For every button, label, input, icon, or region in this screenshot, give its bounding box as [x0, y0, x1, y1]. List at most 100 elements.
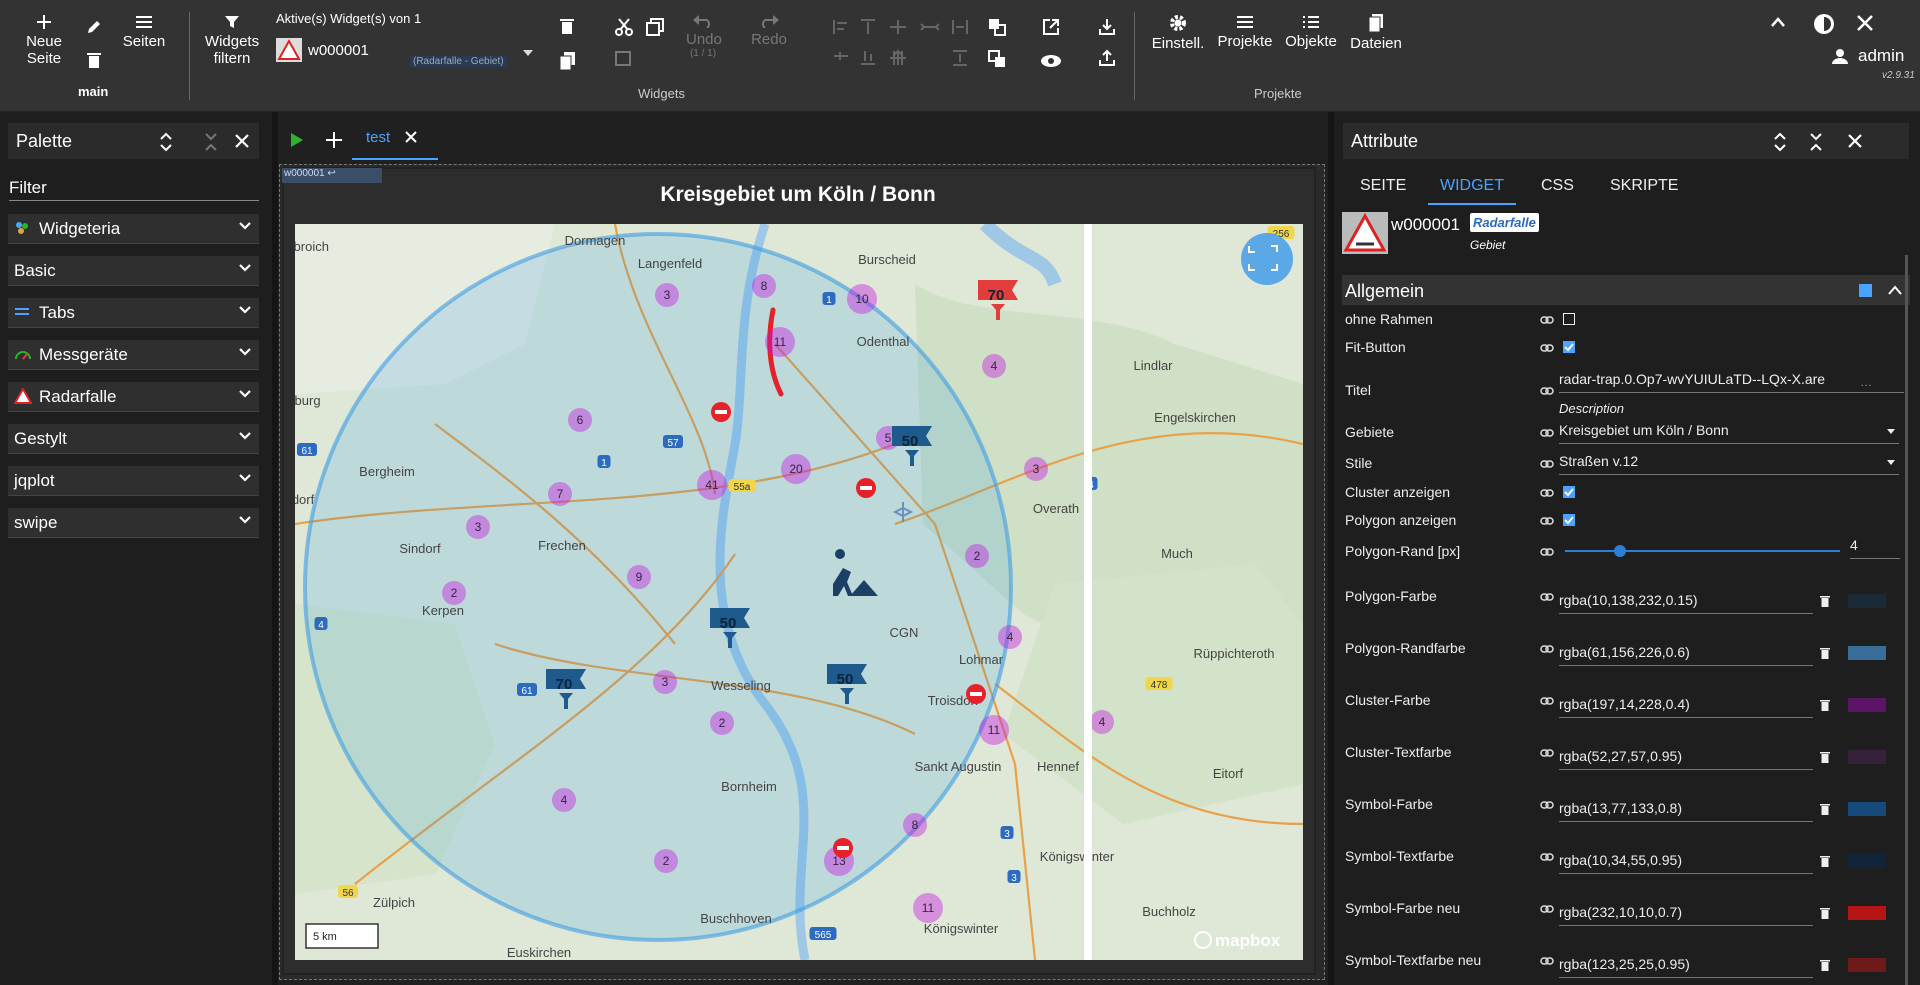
palette-category[interactable]: Radarfalle [8, 382, 259, 412]
attribute-select[interactable]: Kreisgebiet um Köln / Bonn [1559, 422, 1899, 444]
tab-css[interactable]: CSS [1529, 170, 1586, 203]
section-allgemein[interactable]: Allgemein [1342, 275, 1910, 305]
clear-color-button[interactable] [1820, 906, 1830, 922]
tab-skripte[interactable]: SKRIPTE [1598, 170, 1690, 203]
send-back-button[interactable] [988, 50, 1006, 71]
add-view-icon[interactable] [325, 131, 343, 152]
tab-widget[interactable]: WIDGET [1428, 170, 1516, 205]
color-input[interactable]: rgba(61,156,226,0.6) [1559, 640, 1813, 666]
palette-category[interactable]: Tabs [8, 298, 259, 328]
polygon-border-slider[interactable] [1565, 545, 1840, 557]
binding-link[interactable] [1540, 796, 1554, 812]
color-swatch[interactable] [1848, 646, 1886, 660]
clear-color-button[interactable] [1820, 958, 1830, 974]
palette-category[interactable]: swipe [8, 508, 259, 538]
more-icon[interactable]: … [1860, 375, 1872, 389]
slider-thumb[interactable] [1614, 545, 1626, 557]
color-swatch[interactable] [1848, 594, 1886, 608]
edit-page-button[interactable] [84, 18, 104, 39]
play-icon[interactable] [290, 132, 304, 151]
color-swatch[interactable] [1848, 750, 1886, 764]
title-input[interactable]: radar-trap.0.Op7-wvYUIULaTD--LQx-X.are [1559, 371, 1904, 393]
undo-button[interactable]: Undo (1 / 1) [686, 14, 722, 60]
new-page-button[interactable]: Neue Seite [22, 14, 66, 67]
clear-color-button[interactable] [1820, 646, 1830, 662]
color-input[interactable]: rgba(52,27,57,0.95) [1559, 744, 1813, 770]
redo-button[interactable]: Redo [751, 14, 787, 48]
binding-link[interactable] [1540, 588, 1554, 604]
binding-link[interactable] [1540, 382, 1554, 398]
color-input[interactable]: rgba(197,14,228,0.4) [1559, 692, 1813, 718]
binding-link[interactable] [1540, 484, 1554, 500]
binding-link[interactable] [1540, 952, 1554, 968]
attributes-scrollbar[interactable] [1905, 255, 1908, 985]
projects-button[interactable]: Projekte [1216, 14, 1274, 50]
files-button[interactable]: Dateien [1350, 14, 1402, 52]
tab-seite[interactable]: SEITE [1348, 170, 1418, 203]
color-swatch[interactable] [1848, 854, 1886, 868]
clear-color-button[interactable] [1820, 854, 1830, 870]
active-widget-select[interactable]: w000001 (Radarfalle - Gebiet) [276, 38, 534, 67]
binding-link[interactable] [1540, 744, 1554, 760]
close-editor-button[interactable] [1856, 14, 1874, 35]
close-icon[interactable] [1847, 133, 1863, 149]
duplicate-button[interactable] [646, 18, 664, 39]
color-swatch[interactable] [1848, 698, 1886, 712]
color-input[interactable]: rgba(232,10,10,0.7) [1559, 900, 1813, 926]
export-button[interactable] [1098, 49, 1116, 70]
color-swatch[interactable] [1848, 958, 1886, 972]
color-input[interactable]: rgba(10,138,232,0.15) [1559, 588, 1813, 614]
expand-collapse-icon[interactable] [160, 132, 172, 152]
color-input[interactable]: rgba(10,34,55,0.95) [1559, 848, 1813, 874]
preview-button[interactable] [1040, 54, 1062, 71]
close-icon[interactable] [234, 133, 250, 149]
widgets-filter-button[interactable]: Widgets filtern [204, 14, 260, 67]
paste-button[interactable] [615, 50, 631, 69]
open-runtime-button[interactable] [1042, 18, 1060, 39]
objects-button[interactable]: Objekte [1284, 14, 1338, 50]
clear-color-button[interactable] [1820, 750, 1830, 766]
delete-widget-button[interactable] [560, 18, 574, 37]
expand-collapse-icon[interactable] [1774, 132, 1786, 152]
slider-value[interactable]: 4 [1850, 537, 1900, 559]
binding-link[interactable] [1540, 311, 1554, 327]
cut-button[interactable] [615, 18, 633, 39]
attribute-checkbox[interactable] [1563, 341, 1575, 353]
color-input[interactable]: rgba(123,25,25,0.95) [1559, 952, 1813, 978]
chevron-up-icon[interactable] [1888, 285, 1902, 295]
collapse-all-icon[interactable] [1810, 132, 1822, 152]
collapse-toolbar-button[interactable] [1770, 16, 1786, 31]
palette-category[interactable]: Widgeteria [8, 214, 259, 244]
binding-link[interactable] [1540, 424, 1554, 440]
attribute-select[interactable]: Straßen v.12 [1559, 453, 1899, 475]
palette-category[interactable]: Basic [8, 256, 259, 286]
bring-front-button[interactable] [988, 18, 1006, 39]
color-swatch[interactable] [1848, 802, 1886, 816]
copy-widget-button[interactable] [560, 52, 576, 73]
filter-underline[interactable] [9, 200, 259, 201]
binding-link[interactable] [1540, 512, 1554, 528]
attribute-checkbox[interactable] [1563, 313, 1575, 325]
close-icon[interactable] [404, 130, 418, 144]
fit-button[interactable] [1241, 233, 1293, 285]
attribute-checkbox[interactable] [1563, 514, 1575, 526]
section-checkbox[interactable] [1859, 284, 1872, 297]
binding-link[interactable] [1540, 455, 1554, 471]
binding-link[interactable] [1540, 848, 1554, 864]
palette-category[interactable]: jqplot [8, 466, 259, 496]
binding-link[interactable] [1540, 543, 1554, 559]
attribute-checkbox[interactable] [1563, 486, 1575, 498]
clear-color-button[interactable] [1820, 698, 1830, 714]
binding-link[interactable] [1540, 339, 1554, 355]
palette-category[interactable]: Gestylt [8, 424, 259, 454]
color-swatch[interactable] [1848, 906, 1886, 920]
settings-button[interactable]: Einstell. [1150, 14, 1206, 52]
collapse-all-icon[interactable] [205, 132, 217, 152]
delete-page-button[interactable] [84, 52, 104, 71]
import-button[interactable] [1098, 18, 1116, 39]
map-canvas[interactable]: Langenfeld Dormagen revenbroich Burscheid Od… [295, 224, 1303, 960]
pages-button[interactable]: Seiten [120, 14, 168, 50]
widget-tag[interactable]: w000001 ↩ [282, 168, 382, 183]
clear-color-button[interactable] [1820, 802, 1830, 818]
clear-color-button[interactable] [1820, 594, 1830, 610]
